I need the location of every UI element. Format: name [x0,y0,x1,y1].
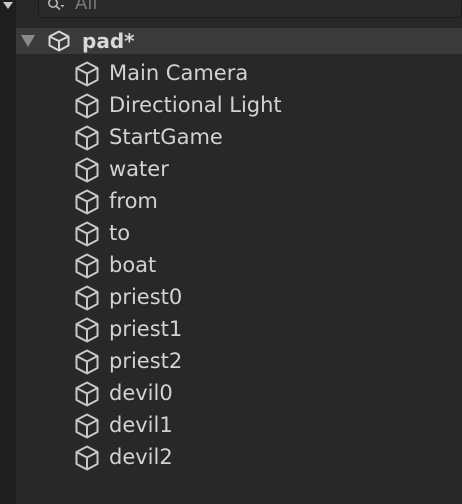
hierarchy-item-label: from [109,189,158,213]
hierarchy-item[interactable]: to [0,216,462,248]
hierarchy-item[interactable]: devil1 [0,408,462,440]
hierarchy-item-label: priest2 [109,349,183,373]
hierarchy-item-label: Main Camera [109,61,249,85]
gameobject-cube-icon [75,253,99,279]
gameobject-cube-icon [75,285,99,311]
gameobject-cube-icon [75,413,99,439]
hierarchy-item-label: devil2 [109,445,173,469]
hierarchy-item-label: devil0 [109,381,173,405]
hierarchy-item-label: Directional Light [109,93,282,117]
hierarchy-item-label: priest1 [109,317,183,341]
hierarchy-item-label: boat [109,253,157,277]
gameobject-cube-icon [75,189,99,215]
hierarchy-item-label: water [109,157,169,181]
hierarchy-item[interactable]: boat [0,248,462,280]
gameobject-cube-icon [75,93,99,119]
hierarchy-item[interactable]: Directional Light [0,88,462,120]
scene-name: pad* [82,29,135,53]
hierarchy-item-label: StartGame [109,125,223,149]
hierarchy-item[interactable]: priest2 [0,344,462,376]
unity-scene-icon [48,30,70,52]
gameobject-cube-icon [75,445,99,471]
gameobject-cube-icon [75,381,99,407]
create-dropdown-arrow-icon[interactable] [3,2,13,9]
gameobject-cube-icon [75,61,99,87]
hierarchy-tree: Main Camera Directional Light StartGame wat… [0,56,462,472]
expand-arrow-icon[interactable] [21,35,35,47]
hierarchy-item[interactable]: priest1 [0,312,462,344]
hierarchy-item[interactable]: water [0,152,462,184]
search-input[interactable] [75,0,445,13]
gameobject-cube-icon [75,125,99,151]
gameobject-cube-icon [75,157,99,183]
scene-row[interactable]: pad* [16,28,462,54]
search-icon[interactable] [47,0,65,11]
hierarchy-toolbar [0,0,462,22]
hierarchy-item[interactable]: devil0 [0,376,462,408]
search-box[interactable] [38,0,462,18]
gameobject-cube-icon [75,221,99,247]
hierarchy-item[interactable]: Main Camera [0,56,462,88]
hierarchy-item-label: devil1 [109,413,173,437]
hierarchy-item[interactable]: StartGame [0,120,462,152]
hierarchy-item[interactable]: from [0,184,462,216]
gameobject-cube-icon [75,349,99,375]
hierarchy-item[interactable]: devil2 [0,440,462,472]
hierarchy-item-label: priest0 [109,285,183,309]
hierarchy-item[interactable]: priest0 [0,280,462,312]
hierarchy-item-label: to [109,221,131,245]
gameobject-cube-icon [75,317,99,343]
